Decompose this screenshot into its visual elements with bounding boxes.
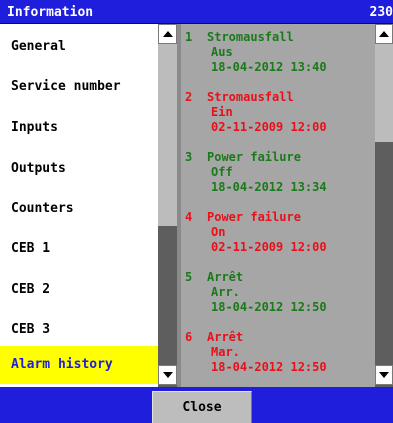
- alarm-title: Arrêt: [207, 270, 244, 284]
- alarm-state: Arr.: [211, 285, 240, 299]
- alarm-state: Aus: [211, 45, 233, 59]
- menu-scroll-up-button[interactable]: [158, 24, 177, 44]
- alarm-title: Stromausfall: [207, 30, 294, 44]
- alarm-title: Power failure: [207, 150, 301, 164]
- menu-list: General Service number Inputs Outputs Co…: [0, 24, 158, 387]
- menu-item-inputs[interactable]: Inputs: [0, 110, 158, 146]
- alarm-state: Off: [211, 165, 233, 179]
- menu-item-ceb-2[interactable]: CEB 2: [0, 272, 158, 308]
- arrow-down-icon: [162, 372, 173, 378]
- alarm-number: 4: [185, 210, 193, 224]
- alarm-number: 5: [185, 270, 193, 284]
- alarm-timestamp: 02-11-2009 12:00: [211, 240, 327, 254]
- alarm-timestamp: 18-04-2012 13:40: [211, 60, 327, 74]
- alarm-scrollbar-thumb[interactable]: [375, 44, 393, 142]
- menu-item-outputs[interactable]: Outputs: [0, 151, 158, 187]
- alarm-entry: 6 Arrêt Mar. 18-04-2012 12:50: [181, 330, 375, 387]
- alarm-entry: 2 Stromausfall Ein 02-11-2009 12:00: [181, 90, 375, 150]
- alarm-entry: 3 Power failure Off 18-04-2012 13:34: [181, 150, 375, 210]
- title-number: 230: [369, 5, 393, 20]
- menu-item-service-number[interactable]: Service number: [0, 69, 158, 105]
- menu-scrollbar-thumb[interactable]: [158, 44, 177, 226]
- menu-item-ceb-1[interactable]: CEB 1: [0, 231, 158, 267]
- alarm-entry: 4 Power failure On 02-11-2009 12:00: [181, 210, 375, 270]
- arrow-down-icon: [379, 372, 389, 378]
- window-title: Information: [7, 5, 94, 20]
- alarm-state: Ein: [211, 105, 233, 119]
- arrow-up-icon: [379, 31, 389, 37]
- alarm-number: 6: [185, 330, 193, 344]
- close-button[interactable]: Close: [152, 391, 252, 423]
- alarm-number: 3: [185, 150, 193, 164]
- alarm-number: 2: [185, 90, 193, 104]
- menu-scroll-down-button[interactable]: [158, 365, 177, 385]
- menu-item-general[interactable]: General: [0, 29, 158, 65]
- arrow-up-icon: [162, 31, 173, 37]
- menu-item-ceb-3[interactable]: CEB 3: [0, 312, 158, 348]
- menu-item-counters[interactable]: Counters: [0, 191, 158, 227]
- alarm-list[interactable]: 1 Stromausfall Aus 18-04-2012 13:40 2 St…: [181, 24, 375, 387]
- alarm-timestamp: 18-04-2012 13:34: [211, 180, 327, 194]
- alarm-entry: 1 Stromausfall Aus 18-04-2012 13:40: [181, 30, 375, 90]
- alarm-state: Mar.: [211, 345, 240, 359]
- alarm-scroll-up-button[interactable]: [375, 24, 393, 44]
- alarm-title: Stromausfall: [207, 90, 294, 104]
- alarm-timestamp: 02-11-2009 12:00: [211, 120, 327, 134]
- alarm-scroll-down-button[interactable]: [375, 365, 393, 385]
- alarm-title: Power failure: [207, 210, 301, 224]
- alarm-entry: 5 Arrêt Arr. 18-04-2012 12:50: [181, 270, 375, 330]
- alarm-timestamp: 18-04-2012 12:50: [211, 360, 327, 374]
- menu-item-alarm-history[interactable]: Alarm history: [0, 346, 158, 384]
- alarm-timestamp: 18-04-2012 12:50: [211, 300, 327, 314]
- alarm-state: On: [211, 225, 226, 239]
- alarm-title: Arrêt: [207, 330, 244, 344]
- alarm-number: 1: [185, 30, 193, 44]
